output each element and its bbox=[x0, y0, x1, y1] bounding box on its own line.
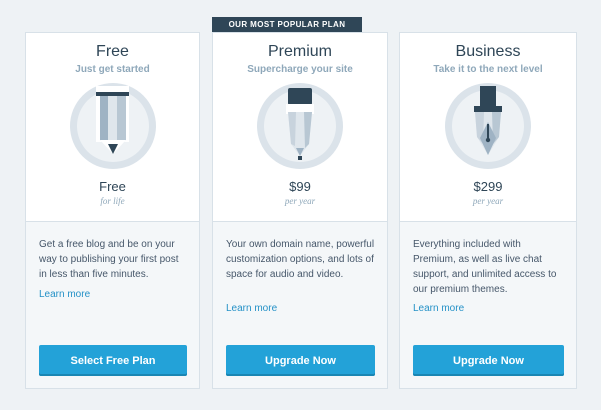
plan-card-free: Free Just get started Free for life Get … bbox=[25, 32, 200, 389]
plan-card-premium: Premium Supercharge your site $99 per ye… bbox=[212, 32, 388, 389]
learn-more-link[interactable]: Learn more bbox=[226, 303, 277, 314]
plan-description: Your own domain name, powerful customiza… bbox=[226, 239, 375, 280]
plan-period: per year bbox=[284, 196, 316, 206]
pencil-icon bbox=[69, 82, 157, 170]
plan-name: Business bbox=[455, 43, 521, 60]
plan-price: $299 bbox=[473, 179, 503, 194]
upgrade-premium-button[interactable]: Upgrade Now bbox=[226, 345, 375, 376]
plan-name: Free bbox=[96, 43, 129, 60]
plan-tagline: Just get started bbox=[75, 64, 150, 75]
plan-card-business: Business Take it to the next level $299 bbox=[399, 32, 577, 389]
plan-name: Premium bbox=[267, 43, 332, 60]
learn-more-link[interactable]: Learn more bbox=[413, 303, 464, 314]
marker-icon bbox=[256, 82, 344, 170]
plan-tagline: Take it to the next level bbox=[433, 64, 543, 75]
learn-more-link[interactable]: Learn more bbox=[39, 289, 90, 300]
popular-plan-banner: OUR MOST POPULAR PLAN bbox=[212, 17, 362, 32]
upgrade-business-button[interactable]: Upgrade Now bbox=[413, 345, 564, 376]
plan-card-header: Premium Supercharge your site $99 per ye… bbox=[213, 33, 387, 222]
plan-period: for life bbox=[100, 196, 125, 206]
plan-price: $99 bbox=[289, 179, 311, 194]
select-free-plan-button[interactable]: Select Free Plan bbox=[39, 345, 187, 376]
plan-tagline: Supercharge your site bbox=[247, 64, 353, 75]
plan-card-header: Free Just get started Free for life bbox=[26, 33, 199, 222]
fountain-pen-icon bbox=[444, 82, 532, 170]
plan-card-header: Business Take it to the next level $299 bbox=[400, 33, 576, 222]
plan-description: Get a free blog and be on your way to pu… bbox=[39, 239, 179, 280]
pricing-page: OUR MOST POPULAR PLAN Free Just get star… bbox=[0, 0, 601, 410]
plan-price: Free bbox=[99, 179, 126, 194]
plan-period: per year bbox=[472, 196, 504, 206]
plan-description: Everything included with Premium, as wel… bbox=[413, 239, 557, 295]
